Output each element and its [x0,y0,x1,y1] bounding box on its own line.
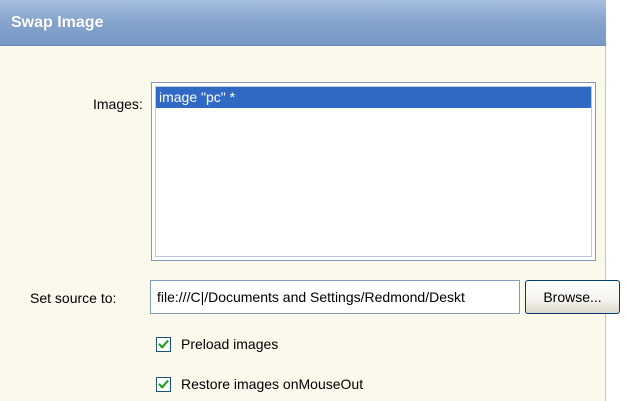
images-listbox[interactable]: image "pc" * [151,82,596,261]
images-label: Images: [93,96,143,112]
check-icon [158,339,169,348]
check-icon [158,379,169,388]
preload-images-label: Preload images [181,336,279,352]
set-source-label: Set source to: [30,290,117,306]
preload-images-option[interactable]: Preload images [156,334,278,354]
restore-images-checkbox[interactable] [156,376,171,392]
source-input[interactable]: file:///C|/Documents and Settings/Redmon… [150,280,520,314]
restore-images-option[interactable]: Restore images onMouseOut [156,374,363,394]
browse-button[interactable]: Browse... [525,280,620,314]
preload-images-checkbox[interactable] [156,336,171,352]
title-bar: Swap Image [0,0,606,46]
swap-image-dialog: Swap Image Images: image "pc" * Set sour… [0,0,620,401]
dialog-title: Swap Image [11,14,104,31]
list-item[interactable]: image "pc" * [156,87,591,108]
images-list: image "pc" * [155,86,592,257]
restore-images-label: Restore images onMouseOut [181,376,364,392]
